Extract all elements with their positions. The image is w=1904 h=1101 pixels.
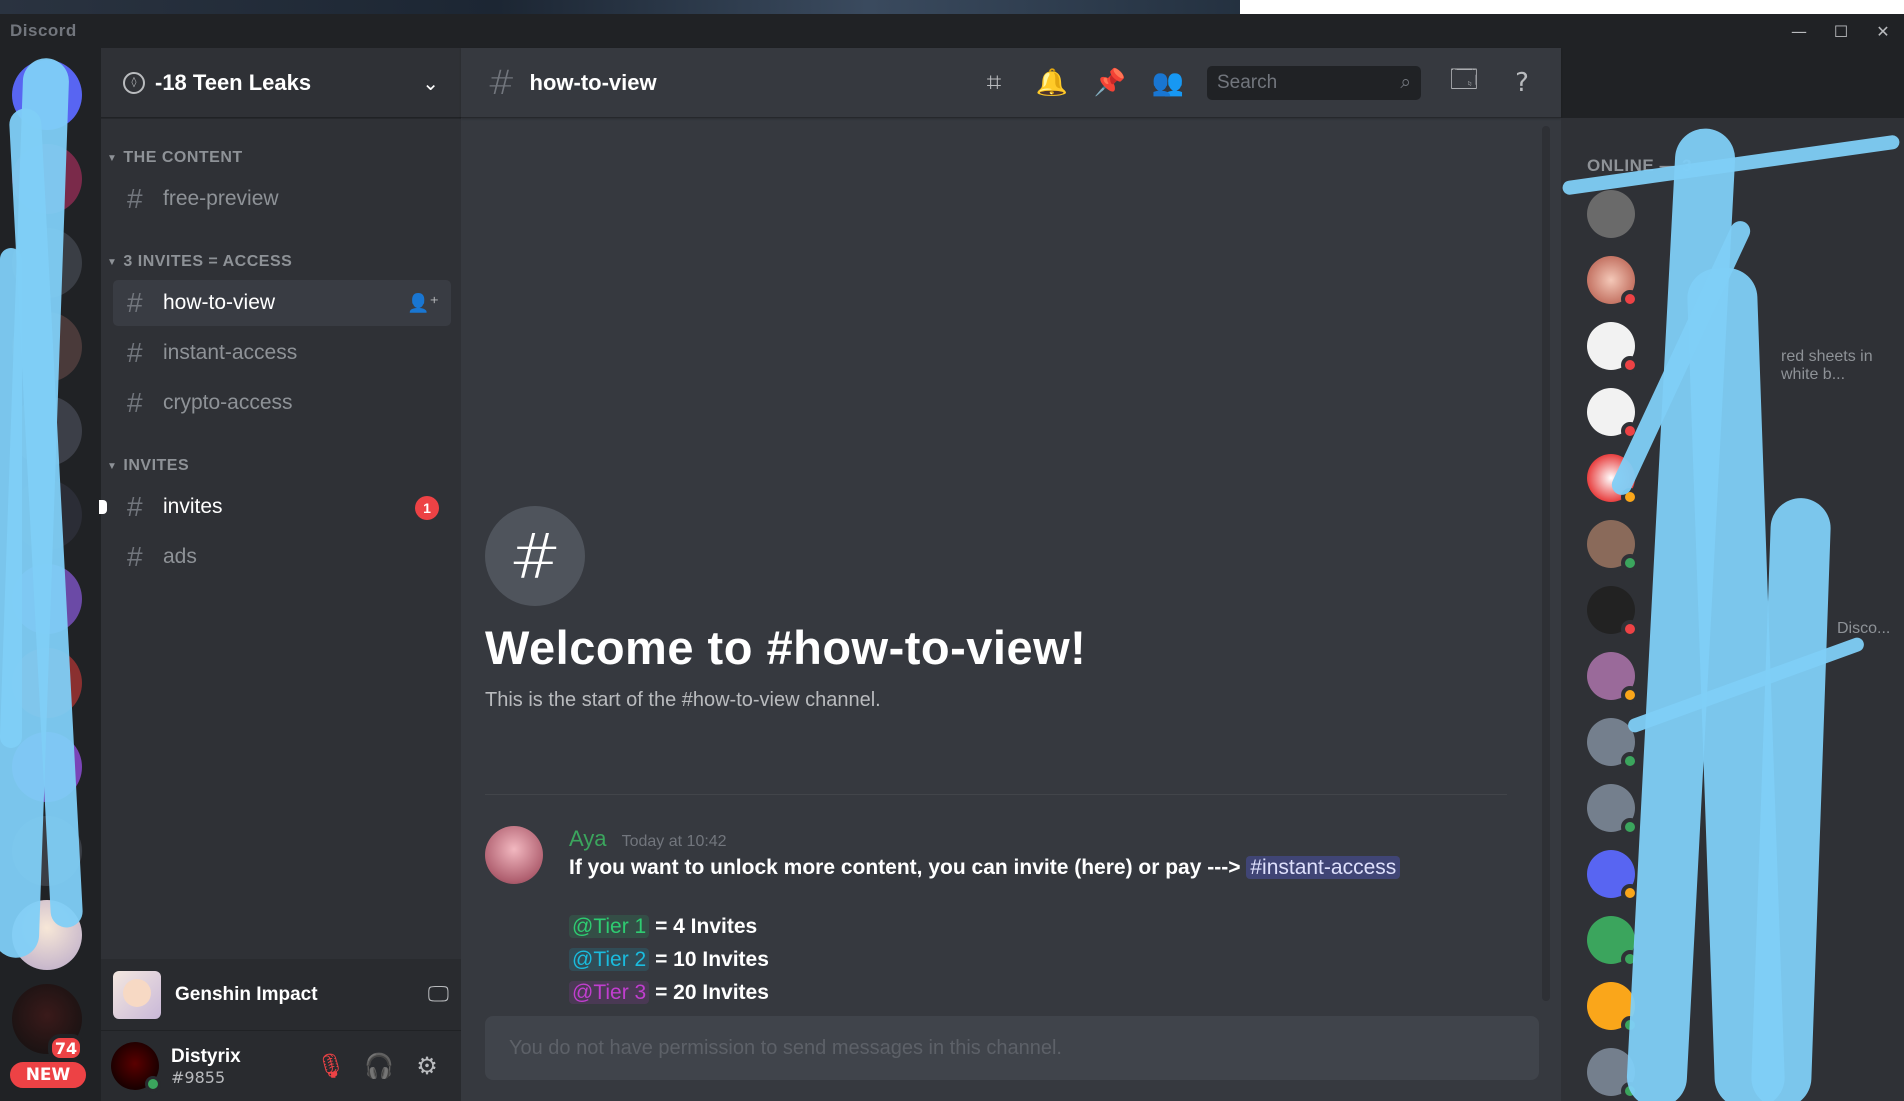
member-list-icon[interactable]: 👥 bbox=[1139, 68, 1197, 98]
redaction-scribble bbox=[0, 248, 22, 748]
member-status-text: red sheets in white b... bbox=[1781, 348, 1873, 383]
mention-count-badge: 1 bbox=[415, 496, 439, 520]
message-input-disabled: You do not have permission to send messa… bbox=[485, 1016, 1539, 1080]
divider bbox=[485, 794, 1507, 795]
channel-header: # how-to-view ⌗ 🔔 📌 👥 Search ⌕ 🗔 ? bbox=[461, 48, 1561, 118]
message-text: If you want to unlock more content, you … bbox=[569, 856, 1505, 880]
channel-category: ▼ 3 INVITES = ACCESS # how-to-view 👤⁺ # inst… bbox=[101, 248, 461, 426]
hash-icon: # bbox=[485, 506, 585, 606]
channel-mention[interactable]: #instant-access bbox=[1246, 856, 1401, 879]
channel-free-preview[interactable]: # free-preview bbox=[113, 176, 451, 222]
member-status-text: Disco... bbox=[1837, 620, 1891, 637]
member-avatar[interactable] bbox=[1587, 322, 1639, 374]
member-avatar[interactable] bbox=[1587, 982, 1639, 1034]
hash-icon: # bbox=[127, 541, 143, 572]
member-list: ONLINE — 3 red sheets in white b... Disc… bbox=[1561, 118, 1904, 1101]
create-invite-icon[interactable]: 👤⁺ bbox=[407, 293, 439, 314]
hash-icon: # bbox=[127, 337, 143, 368]
activity-title: Genshin Impact bbox=[175, 983, 318, 1005]
chevron-down-icon: ▼ bbox=[107, 152, 118, 164]
chat-area: # how-to-view ⌗ 🔔 📌 👥 Search ⌕ 🗔 ? # Wel… bbox=[461, 48, 1561, 1101]
member-avatar[interactable] bbox=[1587, 388, 1639, 440]
avatar[interactable] bbox=[111, 1042, 161, 1092]
member-avatar[interactable] bbox=[1587, 256, 1639, 308]
username: Distyrix bbox=[171, 1045, 241, 1067]
search-input[interactable]: Search ⌕ bbox=[1207, 66, 1421, 100]
new-badge: NEW bbox=[6, 1058, 90, 1092]
channel-sidebar: ◊ -18 Teen Leaks ⌄ ▼ THE CONTENT # free-pr… bbox=[99, 48, 461, 1101]
gear-icon[interactable]: ⚙ bbox=[403, 1052, 451, 1080]
hash-icon: # bbox=[127, 387, 143, 418]
message: Aya Today at 10:42 If you want to unlock… bbox=[485, 826, 1505, 1009]
channel-invites[interactable]: # invites 1 bbox=[99, 484, 451, 530]
hash-icon: # bbox=[127, 183, 143, 214]
member-avatar[interactable] bbox=[1587, 916, 1639, 968]
channel-ads[interactable]: # ads bbox=[113, 534, 451, 580]
chevron-down-icon: ▼ bbox=[107, 256, 118, 268]
member-avatar[interactable] bbox=[1587, 190, 1635, 238]
welcome-heading: Welcome to #how-to-view! bbox=[485, 621, 1087, 674]
hash-icon: # bbox=[487, 62, 516, 103]
channel-category: ▼ THE CONTENT # free-preview bbox=[101, 144, 461, 222]
member-avatar[interactable] bbox=[1587, 520, 1639, 572]
user-panel: Distyrix #9855 🎙 🎧 ⚙ bbox=[101, 1031, 461, 1101]
avatar[interactable] bbox=[485, 826, 543, 884]
screen-share-icon[interactable]: 🖵 bbox=[428, 982, 449, 1007]
desktop-strip bbox=[0, 0, 1904, 14]
headphones-icon[interactable]: 🎧 bbox=[355, 1052, 403, 1080]
channel-category: ▼ INVITES # invites 1 # ads bbox=[99, 452, 461, 580]
chevron-down-icon: ▼ bbox=[107, 460, 118, 472]
category-header[interactable]: ▼ 3 INVITES = ACCESS bbox=[101, 248, 461, 276]
channel-welcome: # Welcome to #how-to-view! This is the s… bbox=[485, 506, 1086, 712]
message-timestamp: Today at 10:42 bbox=[621, 833, 727, 850]
hash-icon: # bbox=[127, 287, 143, 318]
member-avatar[interactable] bbox=[1587, 850, 1639, 902]
channel-crypto-access[interactable]: # crypto-access bbox=[113, 380, 451, 426]
message-author[interactable]: Aya bbox=[569, 826, 607, 851]
tier-line: @Tier 3 = 20 Invites bbox=[569, 976, 1505, 1009]
member-avatar[interactable] bbox=[1587, 586, 1639, 638]
role-mention[interactable]: @Tier 2 bbox=[569, 948, 650, 971]
threads-icon[interactable]: ⌗ bbox=[965, 68, 1023, 99]
game-icon bbox=[113, 970, 161, 1019]
role-mention[interactable]: @Tier 1 bbox=[569, 915, 650, 938]
maximize-button[interactable]: ☐ bbox=[1820, 14, 1862, 48]
activity-panel: Genshin Impact 🖵 bbox=[101, 959, 461, 1031]
channel-title: how-to-view bbox=[529, 69, 657, 95]
hash-icon: # bbox=[127, 491, 143, 522]
guild-header[interactable]: ◊ -18 Teen Leaks ⌄ bbox=[101, 48, 461, 118]
category-header[interactable]: ▼ INVITES bbox=[101, 452, 461, 480]
status-online-indicator bbox=[145, 1076, 161, 1092]
guild-boost-icon: ◊ bbox=[123, 71, 145, 94]
header-toolbar: ⌗ 🔔 📌 👥 Search ⌕ 🗔 ? bbox=[965, 48, 1561, 118]
title-bar: Discord — ☐ ✕ bbox=[0, 14, 1904, 48]
app-brand: Discord bbox=[10, 21, 77, 40]
help-icon[interactable]: ? bbox=[1493, 68, 1551, 98]
member-avatar[interactable] bbox=[1587, 652, 1639, 704]
channel-instant-access[interactable]: # instant-access bbox=[113, 330, 451, 376]
unread-indicator bbox=[99, 500, 107, 514]
search-icon: ⌕ bbox=[1400, 72, 1411, 93]
role-mention[interactable]: @Tier 3 bbox=[569, 981, 650, 1004]
user-tag: #9855 bbox=[171, 1067, 226, 1087]
category-header[interactable]: ▼ THE CONTENT bbox=[101, 144, 461, 172]
mute-microphone-icon[interactable]: 🎙 bbox=[307, 1052, 355, 1080]
bell-icon[interactable]: 🔔 bbox=[1023, 68, 1081, 98]
tier-list: @Tier 1 = 4 Invites @Tier 2 = 10 Invites… bbox=[569, 910, 1505, 1009]
member-avatar[interactable] bbox=[1587, 784, 1639, 836]
welcome-subtext: This is the start of the #how-to-view ch… bbox=[485, 689, 881, 711]
minimize-button[interactable]: — bbox=[1778, 14, 1820, 48]
inbox-icon[interactable]: 🗔 bbox=[1435, 61, 1493, 105]
close-button[interactable]: ✕ bbox=[1862, 14, 1904, 48]
server-list: 74 NEW bbox=[0, 48, 101, 1101]
scrollbar[interactable] bbox=[1542, 126, 1550, 1001]
chevron-down-icon[interactable]: ⌄ bbox=[422, 71, 439, 95]
guild-name: -18 Teen Leaks bbox=[155, 69, 312, 95]
tier-line: @Tier 1 = 4 Invites bbox=[569, 910, 1505, 943]
pin-icon[interactable]: 📌 bbox=[1081, 68, 1139, 98]
tier-line: @Tier 2 = 10 Invites bbox=[569, 943, 1505, 976]
channel-how-to-view[interactable]: # how-to-view 👤⁺ bbox=[113, 280, 451, 326]
